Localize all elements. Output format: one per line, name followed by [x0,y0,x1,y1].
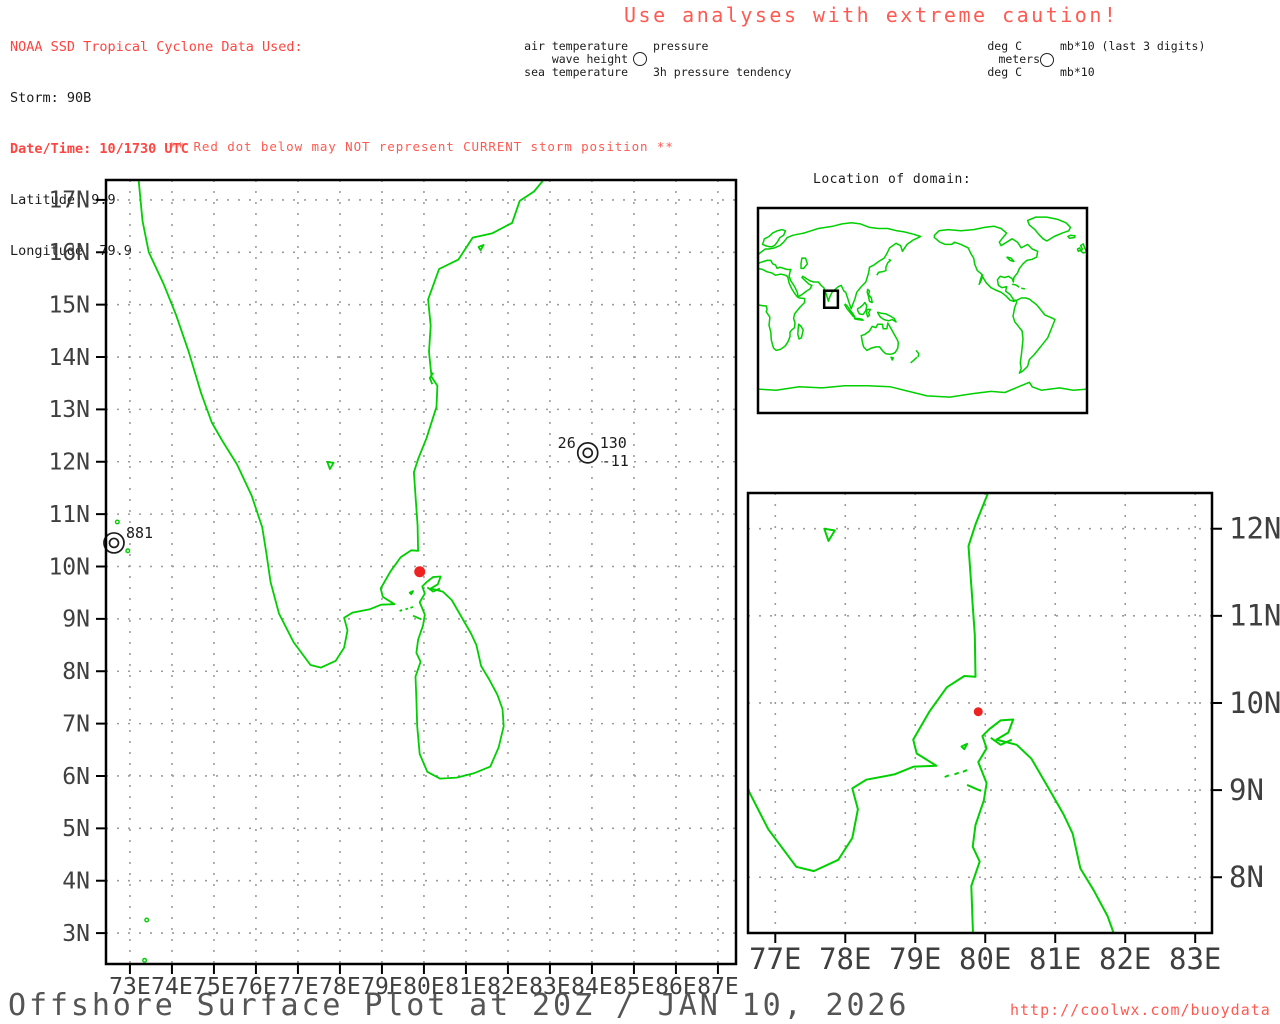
station-pressure: 881 [126,524,153,542]
coastline-path [326,460,335,470]
coastline-path [399,609,403,612]
lon-tick-label: 82E [1099,942,1151,976]
coastline-path [414,575,505,780]
lat-tick-label: 4N [62,869,90,895]
world-coastline [758,216,1087,398]
coastline-path [758,381,1087,398]
coastline-path [823,527,836,542]
island-speck [114,519,120,525]
coastline-path [797,323,804,340]
buoy-plot-page: NOAA SSD Tropical Cyclone Data Used: Sto… [0,0,1280,1024]
station-pressure: 130 [600,434,627,452]
coastline-path [890,356,895,361]
lon-tick-label: 77E [749,942,801,976]
lon-tick-label: 83E [1169,942,1221,976]
coastline-path [408,590,414,596]
storm-position-dot-inset [973,707,983,717]
lat-tick-label: 11N [48,502,90,528]
coastline-path [800,257,809,270]
coastline-path [1006,256,1015,263]
lat-tick-label: 10N [48,554,90,580]
coastline-path [853,317,864,321]
lat-tick-label: 15N [48,292,90,318]
lat-tick-label: 13N [48,397,90,423]
plot-title: Offshore Surface Plot at 20Z / JAN 10, 2… [8,988,910,1023]
coastline-path [405,607,409,611]
lon-tick-label: 79E [889,942,941,976]
lat-tick-label: 7N [62,711,90,737]
coastline-path [962,769,968,773]
main-map-coastline [114,180,545,963]
buoy-circle-icon [582,447,594,459]
lat-tick-label: 3N [62,921,90,947]
coastline-path [970,718,1115,933]
lat-tick-label: 17N [48,188,90,214]
buoy-circle-icon [108,537,120,549]
lat-tick-label: 8N [62,659,90,685]
coastline-path [915,349,920,358]
coastline-path [944,774,950,778]
station-plots: 26 130-11 881 [103,434,629,554]
coastline-path [1076,247,1082,253]
lon-tick-label: 80E [959,942,1011,976]
coastline-path [866,288,873,304]
station-pressure-tendency: -11 [602,452,629,470]
coastline-path [866,308,872,318]
plot-canvas: 73E 74E 75E 76E 77E 78E 79E 80E 81E 82E 83E 84E 85E 8… [48,168,1280,1000]
source-url-link[interactable]: http://coolwx.com/buoydata [1010,1001,1271,1019]
coastline-path [1021,287,1026,290]
main-map-axis-labels: 73E 74E 75E 76E 77E 78E 79E 80E 81E 82E 83E 84E 85E 8… [48,188,738,1000]
lat-tick-label: 11N [1229,599,1280,633]
coastline-path [758,267,806,352]
coastline-path [137,180,545,669]
lat-tick-label: 12N [1229,512,1280,546]
lat-tick-label: 5N [62,816,90,842]
coastline-path [1012,297,1056,374]
world-map-frame [756,206,1089,415]
lat-tick-label: 8N [1229,860,1264,894]
island-speck [142,957,148,963]
lat-tick-label: 14N [48,345,90,371]
lon-tick-label: 78E [819,942,871,976]
coastline-path [410,605,414,609]
coastline-path [876,311,897,323]
coastline-path [910,356,918,364]
world-locator-map [756,206,1089,415]
lat-tick-label: 9N [62,607,90,633]
coastline-path [954,771,960,776]
coastline-path [860,322,900,356]
coastline-path [995,381,1001,400]
storm-position-dot [414,566,426,578]
lat-tick-label: 6N [62,764,90,790]
coastline-path [1076,168,1084,177]
coastline-path [856,301,868,316]
lat-tick-label: 10N [1229,686,1280,720]
coastline-path [1079,243,1087,254]
inset-map-coastline [748,168,1115,933]
station-air-temperature: 26 [558,434,576,452]
coastline-path [1011,283,1020,288]
coastline-path [477,244,485,252]
coastline-path [933,225,1039,303]
coastline-path [1026,216,1072,242]
island-speck [144,917,150,923]
coastline-path [1067,234,1076,239]
lat-tick-label: 16N [48,240,90,266]
lat-tick-label: 12N [48,450,90,476]
lon-tick-label: 81E [1029,942,1081,976]
lat-tick-label: 9N [1229,773,1264,807]
station-plot: 26 130-11 [558,434,629,470]
island-speck [125,548,131,554]
coastline-path [960,742,969,751]
main-map: 73E 74E 75E 76E 77E 78E 79E 80E 81E 82E 83E 84E 85E 8… [48,178,739,1000]
